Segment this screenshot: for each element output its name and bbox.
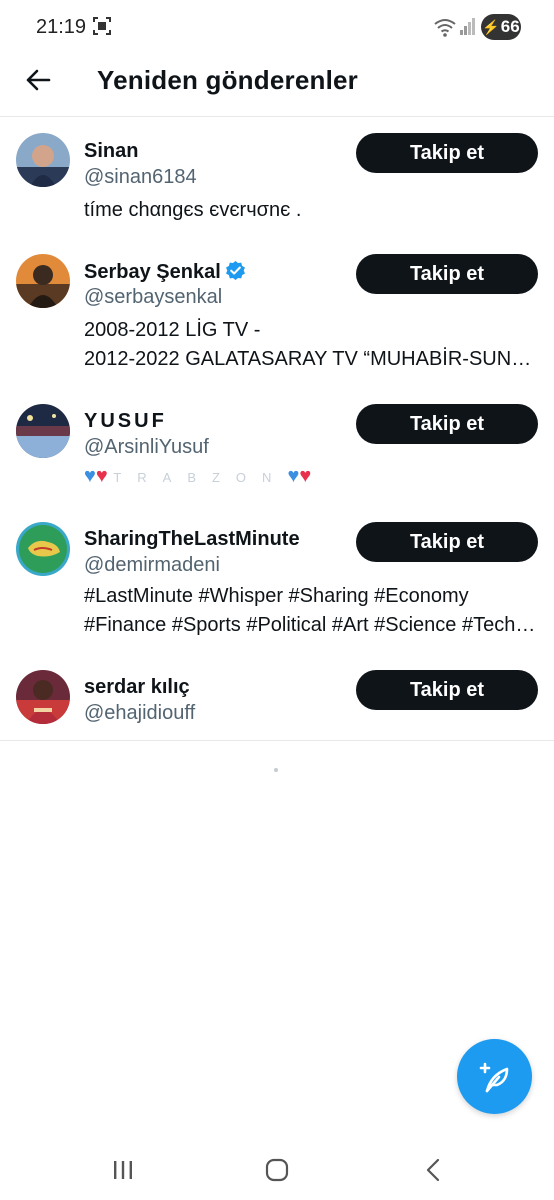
red-heart-icon: ♥ bbox=[299, 465, 312, 487]
follow-button[interactable]: Takip et bbox=[356, 254, 538, 294]
user-handle[interactable]: @serbaysenkal bbox=[84, 286, 222, 309]
back-nav-icon[interactable] bbox=[424, 1158, 442, 1182]
status-bar: 21:19 ⚡ 66 bbox=[0, 0, 554, 56]
user-handle[interactable]: @sinan6184 bbox=[84, 166, 197, 189]
user-bio: tíme chαngєs єvєrчσnє . bbox=[84, 196, 536, 225]
system-nav-bar bbox=[0, 1140, 554, 1200]
page-title: Yeniden gönderenler bbox=[97, 65, 358, 95]
follow-button[interactable]: Takip et bbox=[356, 522, 538, 562]
avatar[interactable] bbox=[16, 522, 70, 576]
compose-button[interactable] bbox=[457, 1039, 532, 1114]
user-name[interactable]: Serbay Şenkal bbox=[84, 261, 221, 283]
user-name[interactable]: serdar kılıç bbox=[84, 676, 190, 699]
user-name[interactable]: Sinan bbox=[84, 140, 138, 163]
battery-level: 66 bbox=[500, 17, 520, 36]
avatar[interactable] bbox=[16, 254, 70, 308]
screenshot-icon bbox=[93, 17, 111, 35]
red-heart-icon: ♥ bbox=[95, 465, 108, 487]
bio-line: #Finance #Sports #Political #Art #Scienc… bbox=[84, 614, 536, 636]
avatar[interactable] bbox=[16, 404, 70, 458]
avatar[interactable] bbox=[16, 670, 70, 724]
compose-feather-icon bbox=[479, 1062, 508, 1092]
list-divider bbox=[0, 740, 554, 741]
bio-line: TRABZON bbox=[113, 470, 288, 485]
user-name-row[interactable]: Serbay Şenkal bbox=[84, 260, 246, 284]
blue-heart-icon: ♥ bbox=[287, 465, 300, 487]
bio-line: #LastMinute #Whisper #Sharing #Economy bbox=[84, 585, 469, 607]
user-bio: ♥♥ TRABZON♥♥ bbox=[84, 462, 536, 492]
signal-icon bbox=[460, 18, 475, 35]
back-button[interactable] bbox=[24, 66, 52, 94]
user-handle[interactable]: @demirmadeni bbox=[84, 554, 220, 577]
charging-icon: ⚡ bbox=[482, 18, 500, 35]
user-handle[interactable]: @ehajidiouff bbox=[84, 702, 195, 725]
verified-badge-icon bbox=[225, 260, 245, 281]
user-handle[interactable]: @ArsinliYusuf bbox=[84, 436, 209, 459]
blue-heart-icon: ♥ bbox=[84, 465, 96, 487]
user-row-demirmadeni[interactable]: SharingTheLastMinute @demirmadeni Takip … bbox=[0, 506, 554, 656]
user-row-ehajidiouff[interactable]: serdar kılıç @ehajidiouff Takip et bbox=[0, 656, 554, 740]
wifi-icon bbox=[434, 19, 456, 37]
home-icon[interactable] bbox=[265, 1158, 289, 1182]
user-name[interactable]: SharingTheLastMinute bbox=[84, 528, 300, 551]
avatar[interactable] bbox=[16, 133, 70, 187]
user-row-serbaysenkal[interactable]: Serbay Şenkal @serbaysenkal Takip et 200… bbox=[0, 238, 554, 388]
follow-button[interactable]: Takip et bbox=[356, 670, 538, 710]
user-name[interactable]: YUSUF bbox=[84, 410, 167, 433]
battery-indicator: ⚡ 66 bbox=[481, 14, 521, 40]
user-row-sinan[interactable]: Sinan @sinan6184 Takip et tíme chαngєs є… bbox=[0, 118, 554, 230]
bio-line: 2012-2022 GALATASARAY TV “MUHABİR-SUNUCU… bbox=[84, 348, 536, 370]
bio-line: 2008-2012 LİG TV - bbox=[84, 319, 261, 341]
user-row-arsinliyusuf[interactable]: YUSUF @ArsinliYusuf Takip et ♥♥ TRABZON♥… bbox=[0, 388, 554, 506]
status-time: 21:19 bbox=[36, 16, 87, 38]
recent-apps-icon[interactable] bbox=[112, 1159, 134, 1181]
loading-indicator bbox=[274, 768, 278, 772]
arrow-left-icon bbox=[26, 69, 51, 91]
header: Yeniden gönderenler bbox=[0, 56, 554, 117]
user-bio: #LastMinute #Whisper #Sharing #Economy #… bbox=[84, 582, 536, 640]
bio-line: tíme chαngєs єvєrчσnє . bbox=[84, 199, 302, 221]
user-bio: 2008-2012 LİG TV - 2012-2022 GALATASARAY… bbox=[84, 316, 536, 374]
follow-button[interactable]: Takip et bbox=[356, 404, 538, 444]
follow-button[interactable]: Takip et bbox=[356, 133, 538, 173]
